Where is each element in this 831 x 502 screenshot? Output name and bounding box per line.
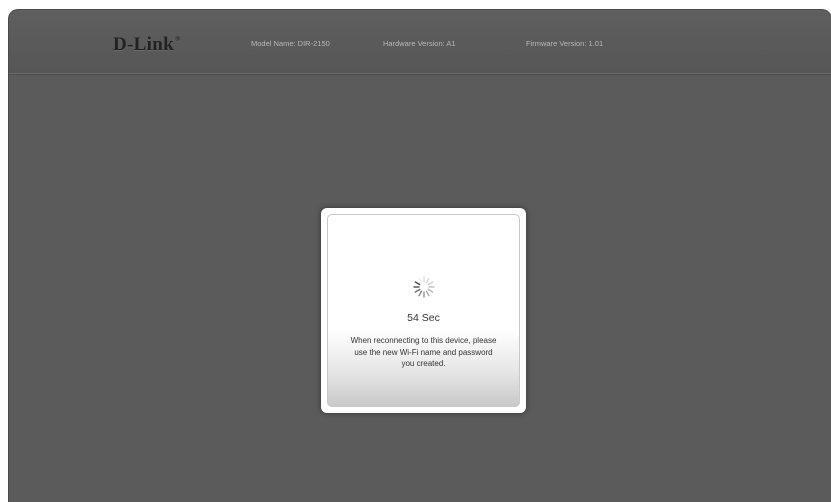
reboot-dialog: 54 Sec When reconnecting to this device,… <box>321 208 526 413</box>
firmware-version: Firmware Version: 1.01 <box>526 39 604 48</box>
dialog-panel: 54 Sec When reconnecting to this device,… <box>327 214 520 407</box>
header-bar: D-Link® Model Name: DIR-2150 Hardware Ve… <box>9 10 831 74</box>
countdown-text: 54 Sec <box>407 312 440 324</box>
message-line: When reconnecting to this device, please <box>350 336 497 345</box>
message-line: you created. <box>401 359 446 368</box>
dlink-logo: D-Link® <box>113 34 180 56</box>
app-window: D-Link® Model Name: DIR-2150 Hardware Ve… <box>8 9 831 502</box>
message-line: use the new Wi-Fi name and password <box>354 347 493 357</box>
loading-spinner-icon <box>412 276 435 298</box>
hardware-version: Hardware Version: A1 <box>383 39 456 48</box>
reconnect-message: When reconnecting to this device, please… <box>334 335 513 370</box>
model-name: Model Name: DIR-2150 <box>251 39 330 48</box>
logo-mark: ® <box>174 35 181 43</box>
logo-text: D-Link <box>113 34 174 55</box>
